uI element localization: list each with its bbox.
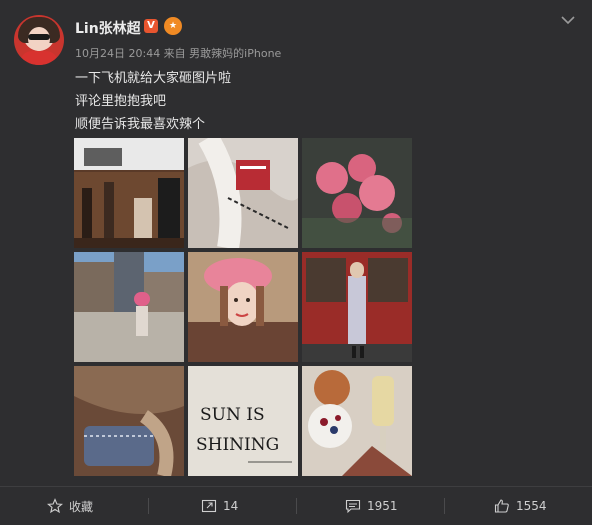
photo-store-window[interactable]: [74, 138, 184, 248]
like-count: 1554: [516, 499, 547, 513]
photo-pink-beret-selfie[interactable]: [188, 252, 298, 362]
weibo-post-card: Lin张林超 V ★ 10月24日 20:44 来自 男敢辣妈的iPhone 一…: [0, 0, 592, 525]
thumbs-up-icon: [494, 499, 509, 513]
repost-icon: [201, 499, 217, 513]
photo-handbag[interactable]: [74, 366, 184, 476]
sun-text-line-2: SHINING: [196, 435, 279, 455]
post-text-line-1: 一下飞机就给大家砸图片啦: [75, 71, 232, 86]
image-grid: SUN IS SHINING: [74, 138, 412, 476]
repost-button[interactable]: 14: [201, 487, 238, 525]
action-bar: 收藏 14 1951 1554: [0, 486, 592, 525]
photo-roses[interactable]: [302, 138, 412, 248]
like-button[interactable]: 1554: [494, 487, 547, 525]
member-crown-icon: ★: [164, 17, 182, 35]
repost-count: 14: [223, 499, 239, 513]
favorite-button[interactable]: 收藏: [47, 487, 93, 525]
favorite-label: 收藏: [69, 499, 94, 514]
comment-button[interactable]: 1951: [345, 487, 398, 525]
post-text-line-3: 顺便告诉我最喜欢辣个: [75, 117, 206, 132]
photo-scarf[interactable]: [188, 138, 298, 248]
comment-icon: [345, 499, 361, 514]
photo-sun-is-shining-card[interactable]: SUN IS SHINING: [188, 366, 298, 476]
sun-text-line-1: SUN IS: [200, 405, 265, 425]
photo-brunch-table[interactable]: [302, 366, 412, 476]
photo-red-storefront[interactable]: [302, 252, 412, 362]
photo-city-buildings[interactable]: [74, 252, 184, 362]
star-icon: [47, 498, 63, 514]
post-meta: 10月24日 20:44 来自 男敢辣妈的iPhone: [75, 47, 282, 60]
user-avatar[interactable]: [14, 15, 64, 65]
post-text-line-2: 评论里抱抱我吧: [75, 94, 167, 109]
verified-badge-icon: V: [144, 19, 158, 33]
comment-count: 1951: [367, 499, 398, 513]
username[interactable]: Lin张林超: [75, 18, 141, 38]
chevron-down-icon[interactable]: [559, 13, 577, 27]
